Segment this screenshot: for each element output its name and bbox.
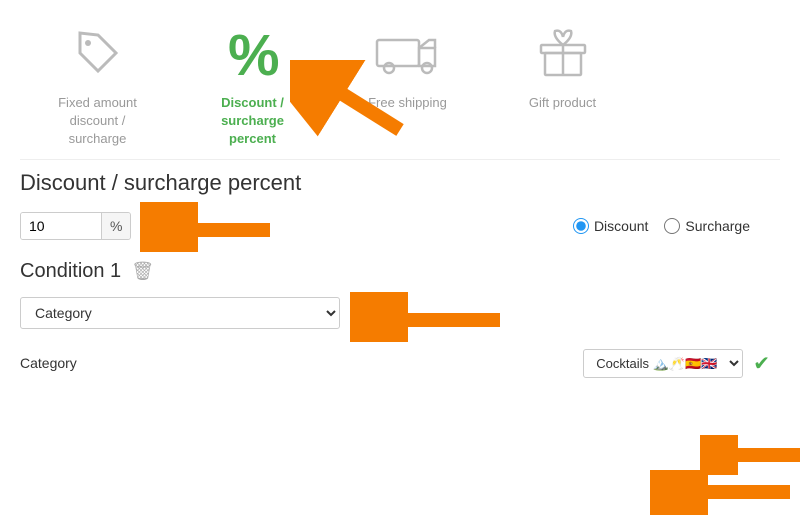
category-row: Category Cocktails 🏔️🥂🇪🇸🇬🇧 ✔ bbox=[20, 349, 780, 378]
icon-label-gift-product: Gift product bbox=[529, 94, 596, 112]
category-label: Category bbox=[20, 355, 110, 371]
radio-surcharge-label: Surcharge bbox=[685, 218, 750, 234]
svg-text:%: % bbox=[228, 23, 280, 83]
truck-icon bbox=[373, 18, 443, 88]
category-select[interactable]: Cocktails 🏔️🥂🇪🇸🇬🇧 bbox=[583, 349, 743, 378]
condition-header: Condition 1 🗑 bbox=[20, 260, 780, 283]
percent-input[interactable] bbox=[21, 213, 101, 239]
radio-discount-input[interactable] bbox=[573, 218, 589, 234]
trash-icon[interactable]: 🗑 bbox=[131, 261, 154, 282]
main-content: Discount / surcharge percent % ✔ bbox=[0, 160, 800, 388]
icon-item-fixed-amount[interactable]: Fixed amount discount / surcharge bbox=[20, 10, 175, 149]
condition-dropdown[interactable]: Category Product Customer group Manufact… bbox=[20, 297, 340, 329]
input-row: % ✔ Discount Surcharge bbox=[20, 212, 780, 240]
icon-item-free-shipping[interactable]: Free shipping bbox=[330, 10, 485, 112]
icon-label-discount-percent: Discount / surcharge percent bbox=[221, 94, 284, 149]
radio-discount[interactable]: Discount bbox=[573, 218, 648, 234]
tag-icon bbox=[63, 18, 133, 88]
percent-icon: % bbox=[218, 18, 288, 88]
gift-icon bbox=[528, 18, 598, 88]
radio-group: Discount Surcharge bbox=[573, 218, 780, 234]
condition-title: Condition 1 bbox=[20, 260, 121, 283]
icon-label-fixed-amount: Fixed amount discount / surcharge bbox=[58, 94, 137, 149]
icon-item-gift-product[interactable]: Gift product bbox=[485, 10, 640, 112]
category-check-icon[interactable]: ✔ bbox=[753, 351, 770, 376]
icon-type-row: Fixed amount discount / surcharge % Disc… bbox=[0, 0, 800, 159]
radio-discount-label: Discount bbox=[594, 218, 648, 234]
arrow-to-check bbox=[140, 202, 280, 252]
select-row: Category Product Customer group Manufact… bbox=[20, 297, 780, 329]
arrow-to-category-check-abs bbox=[650, 470, 800, 515]
percent-input-wrap: % bbox=[20, 212, 131, 240]
percent-symbol: % bbox=[101, 213, 130, 239]
category-select-wrap: Cocktails 🏔️🥂🇪🇸🇬🇧 ✔ bbox=[583, 349, 780, 378]
arrow-to-category-check bbox=[700, 435, 800, 475]
radio-surcharge[interactable]: Surcharge bbox=[664, 218, 750, 234]
radio-surcharge-input[interactable] bbox=[664, 218, 680, 234]
icon-label-free-shipping: Free shipping bbox=[368, 94, 447, 112]
arrow-to-condition-check bbox=[350, 292, 510, 342]
section-title: Discount / surcharge percent bbox=[20, 170, 780, 196]
icon-item-discount-percent[interactable]: % Discount / surcharge percent bbox=[175, 10, 330, 149]
